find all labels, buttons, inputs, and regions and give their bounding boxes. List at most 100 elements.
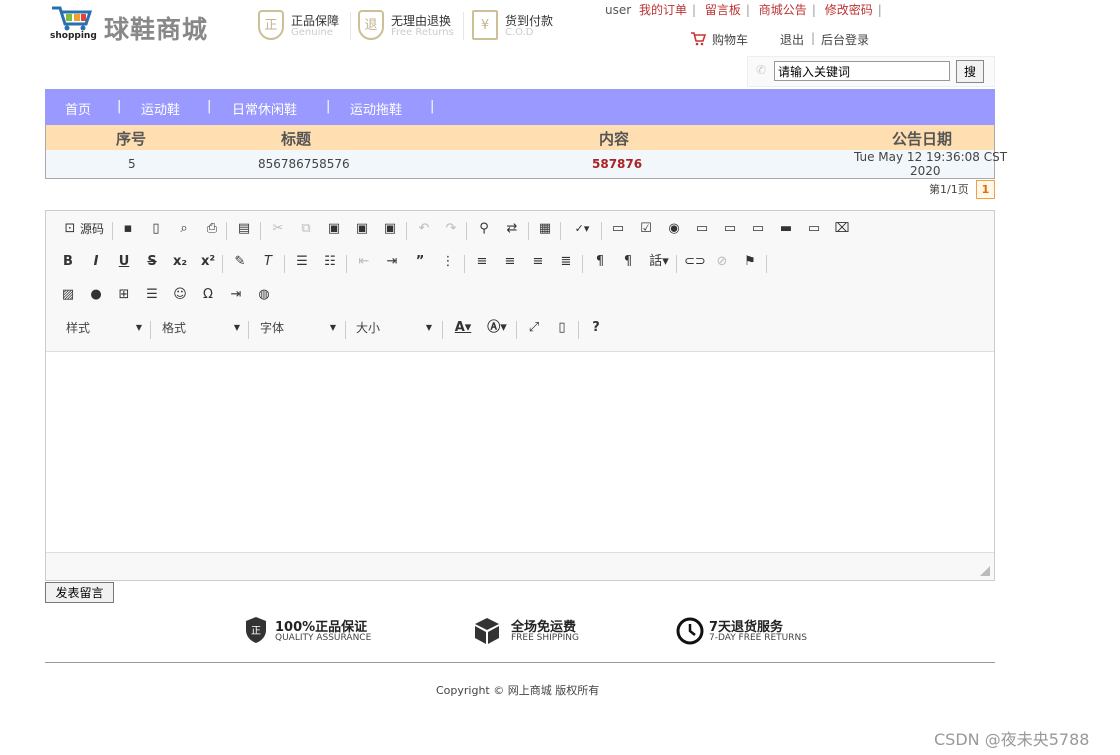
source-button-label[interactable]: 源码 <box>80 219 104 239</box>
nav-item-sports-shoes[interactable]: 运动鞋 <box>141 99 180 118</box>
copy-format-icon[interactable]: ✎ <box>230 252 250 272</box>
ltr-icon[interactable]: ¶ <box>590 252 610 272</box>
page-break-icon[interactable]: ⇥ <box>226 285 246 305</box>
link-change-password[interactable]: 修改密码 <box>825 3 873 17</box>
outdent-icon[interactable]: ⇤ <box>354 252 374 272</box>
paste-word-icon[interactable]: ▣ <box>380 219 400 239</box>
format-combo[interactable]: 格式 ▼ <box>162 318 242 338</box>
preview-icon[interactable]: ⌕ <box>174 219 194 239</box>
nav-item-slippers[interactable]: 运动拖鞋 <box>350 99 402 118</box>
align-left-icon[interactable]: ≡ <box>472 252 492 272</box>
language-icon[interactable]: 話▾ <box>646 252 672 272</box>
image-icon[interactable]: ▨ <box>58 285 78 305</box>
templates-icon[interactable]: ▤ <box>234 219 254 239</box>
chevron-down-icon: ▼ <box>425 323 432 332</box>
link-my-orders[interactable]: 我的订单 <box>639 3 687 17</box>
help-icon[interactable]: ? <box>586 318 606 338</box>
copy-icon[interactable]: ⧉ <box>296 219 316 239</box>
unlink-icon[interactable]: ⊘ <box>712 252 732 272</box>
blockquote-icon[interactable]: ” <box>410 252 430 272</box>
indent-icon[interactable]: ⇥ <box>382 252 402 272</box>
toolbar-separator <box>150 321 151 339</box>
link-icon[interactable]: ⊂⊃ <box>684 252 706 272</box>
nav-separator: | <box>117 99 122 114</box>
column-header-content: 内容 <box>599 130 630 148</box>
nav-item-home[interactable]: 首页 <box>65 99 91 118</box>
admin-login-link[interactable]: 后台登录 <box>821 31 869 48</box>
italic-icon[interactable]: I <box>86 252 106 272</box>
spellcheck-icon[interactable]: ✓▾ <box>569 219 595 239</box>
smiley-icon[interactable]: ☺ <box>170 285 190 305</box>
iframe-icon[interactable]: ◍ <box>254 285 274 305</box>
feature-subtitle: FREE SHIPPING <box>511 633 580 643</box>
replace-icon[interactable]: ⇄ <box>502 219 522 239</box>
style-combo-label: 样式 <box>66 321 91 335</box>
radio-icon[interactable]: ◉ <box>664 219 684 239</box>
remove-format-icon[interactable]: T <box>258 252 278 272</box>
strikethrough-icon[interactable]: S <box>142 252 162 272</box>
bulleted-list-icon[interactable]: ☷ <box>320 252 340 272</box>
link-announcements[interactable]: 商城公告 <box>759 3 807 17</box>
select-all-icon[interactable]: ▦ <box>535 219 555 239</box>
align-center-icon[interactable]: ≡ <box>500 252 520 272</box>
superscript-icon[interactable]: x² <box>198 252 218 272</box>
nav-item-casual-shoes[interactable]: 日常休闲鞋 <box>232 99 297 118</box>
background-color-icon[interactable]: Ⓐ▾ <box>484 318 510 338</box>
toolbar-separator <box>464 255 465 273</box>
link-message-board[interactable]: 留言板 <box>705 3 741 17</box>
toolbar-separator <box>442 321 443 339</box>
special-char-icon[interactable]: Ω <box>198 285 218 305</box>
show-blocks-icon[interactable]: ▯ <box>552 318 572 338</box>
table-icon[interactable]: ⊞ <box>114 285 134 305</box>
cart-link[interactable]: 购物车 <box>690 30 748 48</box>
align-right-icon[interactable]: ≡ <box>528 252 548 272</box>
toolbar-separator <box>346 255 347 273</box>
horizontal-rule-icon[interactable]: ☰ <box>142 285 162 305</box>
size-combo[interactable]: 大小 ▼ <box>356 318 434 338</box>
div-container-icon[interactable]: ⋮ <box>438 252 458 272</box>
font-combo[interactable]: 字体 ▼ <box>260 318 338 338</box>
numbered-list-icon[interactable]: ☰ <box>292 252 312 272</box>
save-icon[interactable]: ▪ <box>118 219 138 239</box>
redo-icon[interactable]: ↷ <box>441 219 461 239</box>
button-field-icon[interactable]: ▬ <box>776 219 796 239</box>
editor-content-area[interactable] <box>46 351 994 553</box>
form-icon[interactable]: ▭ <box>608 219 628 239</box>
new-page-icon[interactable]: ▯ <box>146 219 166 239</box>
toolbar-row-1: ⊡ 源码 ▪ ▯ ⌕ ⎙ ▤ ✂ ⧉ ▣ ▣ ▣ ↶ ↷ ⚲ ⇄ ▦ ✓▾ ▭ … <box>58 219 978 243</box>
style-combo[interactable]: 样式 ▼ <box>66 318 144 338</box>
underline-icon[interactable]: U <box>114 252 134 272</box>
table-row[interactable]: 5 856786758576 587876 Tue May 12 19:36:0… <box>46 150 1007 178</box>
paste-icon[interactable]: ▣ <box>324 219 344 239</box>
site-logo[interactable]: shopping <box>50 4 100 44</box>
text-color-icon[interactable]: A▾ <box>450 318 476 338</box>
resize-handle-icon[interactable] <box>980 566 990 576</box>
bold-icon[interactable]: B <box>58 252 78 272</box>
flash-icon[interactable]: ● <box>86 285 106 305</box>
textarea-icon[interactable]: ▭ <box>720 219 740 239</box>
textfield-icon[interactable]: ▭ <box>692 219 712 239</box>
paste-text-icon[interactable]: ▣ <box>352 219 372 239</box>
image-button-icon[interactable]: ▭ <box>804 219 824 239</box>
rtl-icon[interactable]: ¶ <box>618 252 638 272</box>
anchor-flag-icon[interactable]: ⚑ <box>740 252 760 272</box>
page-button[interactable]: 1 <box>976 180 995 199</box>
search-input[interactable] <box>774 61 950 81</box>
size-combo-label: 大小 <box>356 321 381 335</box>
align-justify-icon[interactable]: ≣ <box>556 252 576 272</box>
subscript-icon[interactable]: x₂ <box>170 252 190 272</box>
search-button[interactable]: 搜 <box>956 60 984 83</box>
select-field-icon[interactable]: ▭ <box>748 219 768 239</box>
undo-icon[interactable]: ↶ <box>414 219 434 239</box>
logout-link[interactable]: 退出 <box>780 31 804 48</box>
checkbox-icon[interactable]: ☑ <box>636 219 656 239</box>
hidden-field-icon[interactable]: ⌧ <box>832 219 852 239</box>
cut-icon[interactable]: ✂ <box>268 219 288 239</box>
maximize-icon[interactable]: ⤢ <box>524 318 544 338</box>
print-icon[interactable]: ⎙ <box>202 219 222 239</box>
column-header-title: 标题 <box>281 130 312 148</box>
source-icon[interactable]: ⊡ <box>60 219 80 239</box>
post-message-button[interactable]: 发表留言 <box>45 582 114 603</box>
find-icon[interactable]: ⚲ <box>474 219 494 239</box>
chevron-down-icon: ▼ <box>135 323 142 332</box>
